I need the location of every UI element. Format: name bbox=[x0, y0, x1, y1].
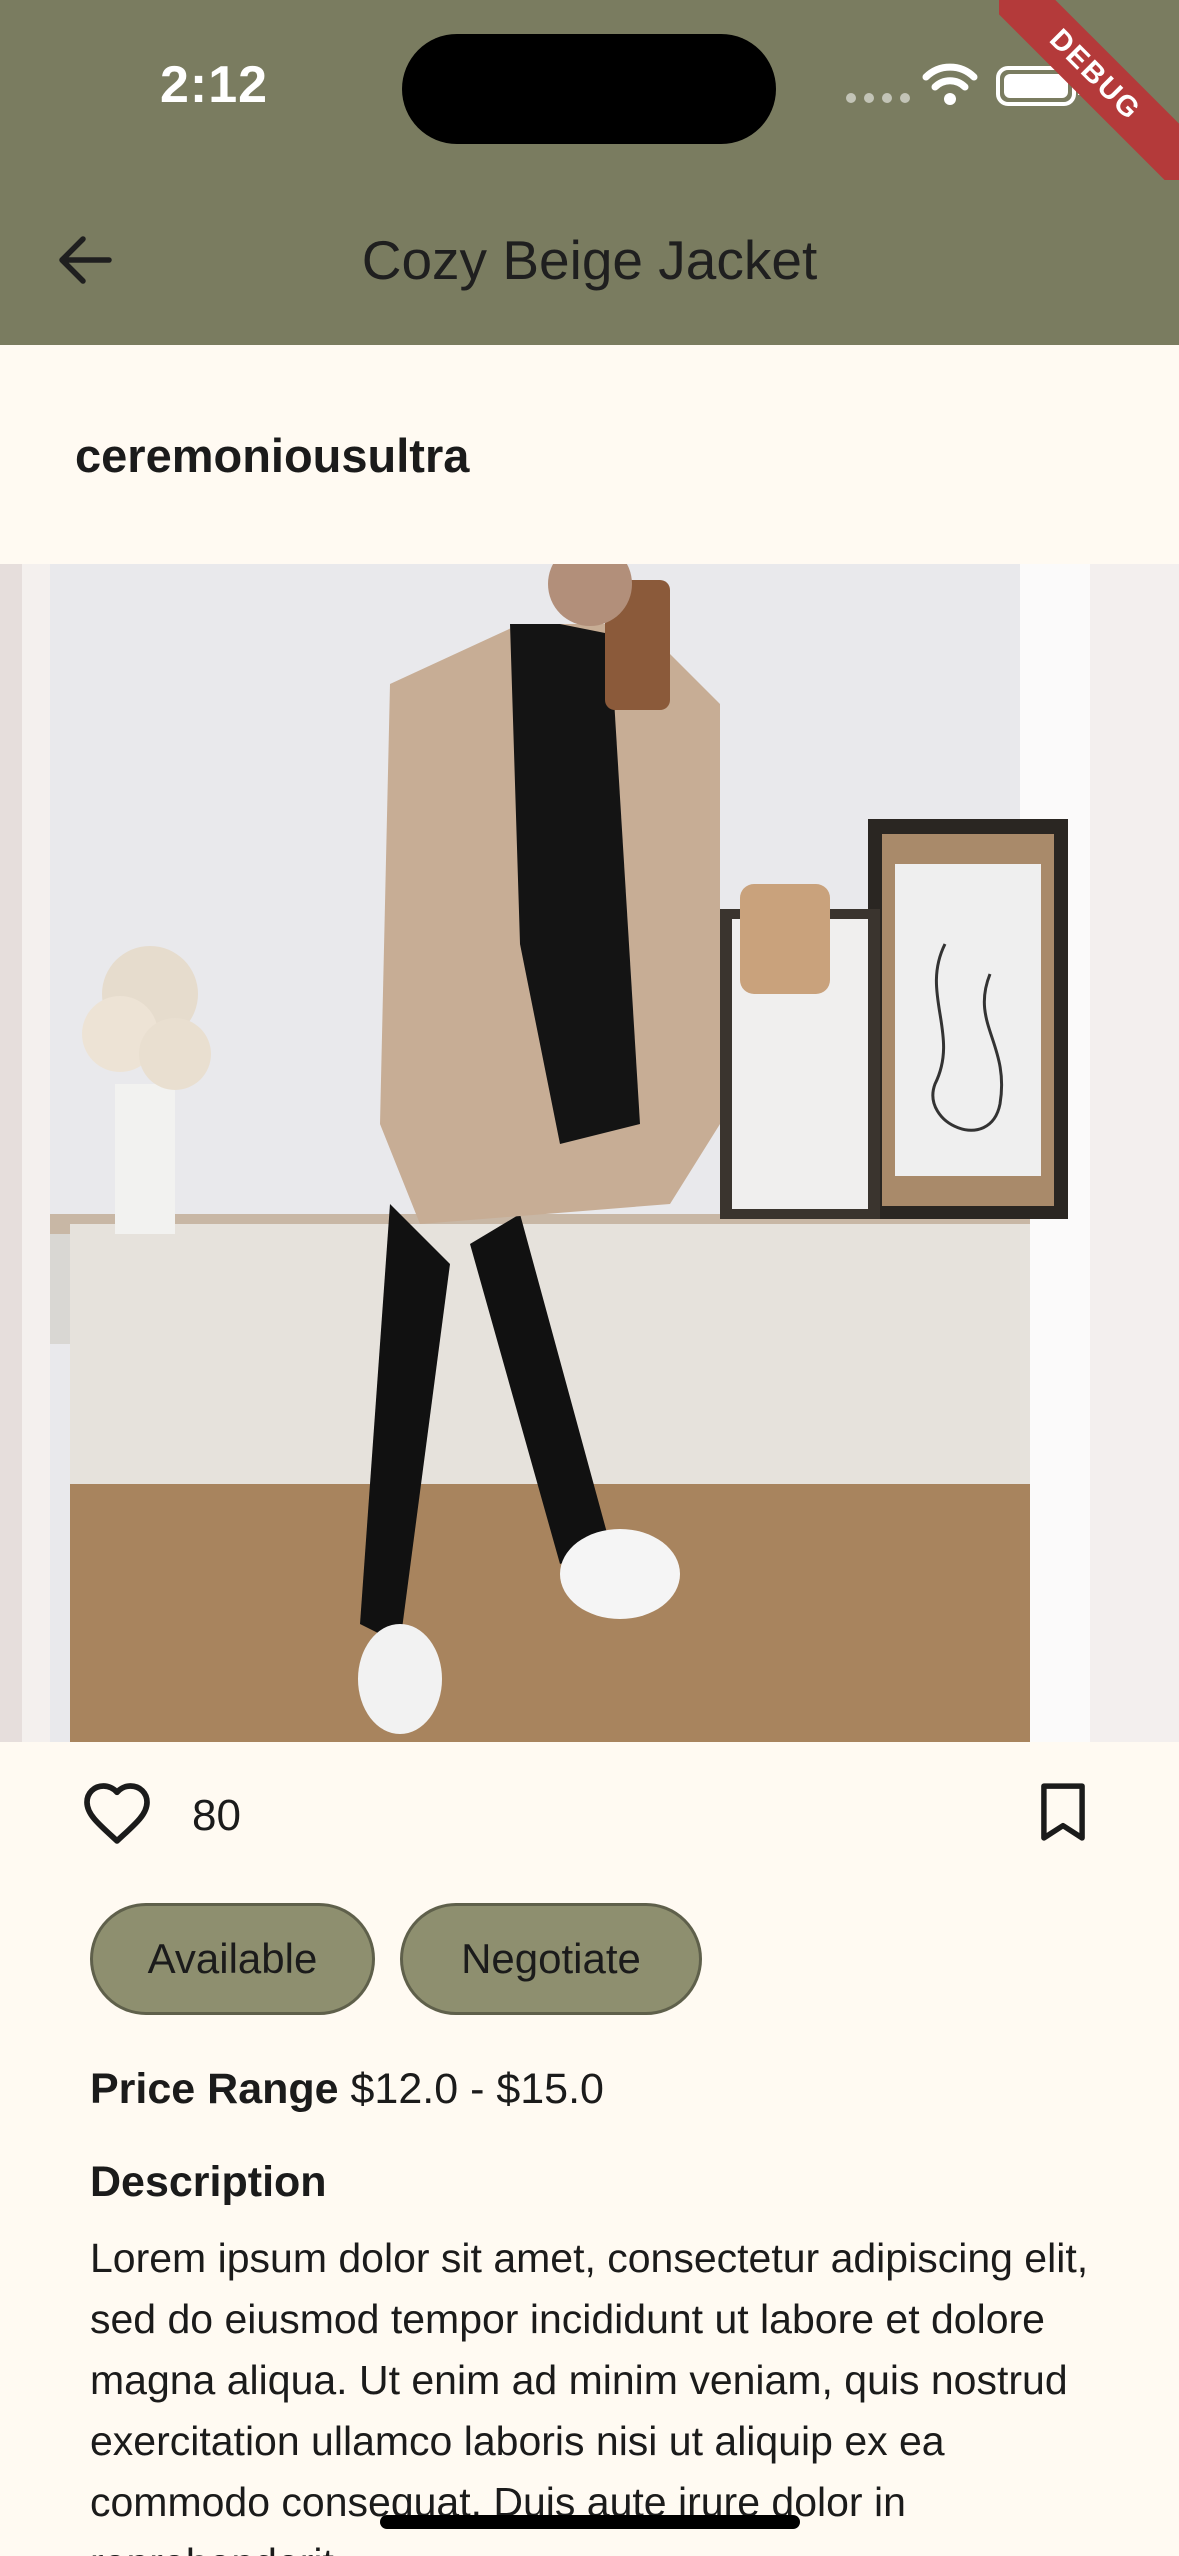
cellular-signal-icon bbox=[846, 93, 910, 103]
debug-label: DEBUG bbox=[999, 0, 1179, 180]
like-button[interactable] bbox=[80, 1780, 154, 1851]
description-text: Lorem ipsum dolor sit amet, consectetur … bbox=[90, 2235, 1089, 2556]
like-row: 80 bbox=[80, 1780, 241, 1851]
home-indicator[interactable] bbox=[380, 2515, 800, 2529]
price-range-label: Price Range bbox=[90, 2065, 339, 2113]
page-title: Cozy Beige Jacket bbox=[361, 229, 818, 291]
debug-banner: DEBUG bbox=[999, 0, 1179, 180]
bookmark-button[interactable] bbox=[1036, 1782, 1090, 1847]
wifi-icon bbox=[922, 62, 978, 111]
dynamic-island bbox=[402, 34, 776, 144]
status-time: 2:12 bbox=[160, 56, 269, 114]
heart-outline-icon bbox=[84, 1783, 150, 1844]
description-heading: Description bbox=[90, 2158, 327, 2206]
seller-username[interactable]: ceremoniousultra bbox=[75, 428, 469, 483]
available-chip[interactable]: Available bbox=[90, 1903, 375, 2015]
product-photo[interactable] bbox=[0, 564, 1179, 1742]
like-count: 80 bbox=[192, 1790, 241, 1840]
negotiate-chip[interactable]: Negotiate bbox=[400, 1903, 702, 2015]
price-range: Price Range $12.0 - $15.0 bbox=[90, 2065, 604, 2114]
price-range-value: $12.0 - $15.0 bbox=[350, 2065, 604, 2113]
bookmark-outline-icon bbox=[1041, 1783, 1085, 1841]
